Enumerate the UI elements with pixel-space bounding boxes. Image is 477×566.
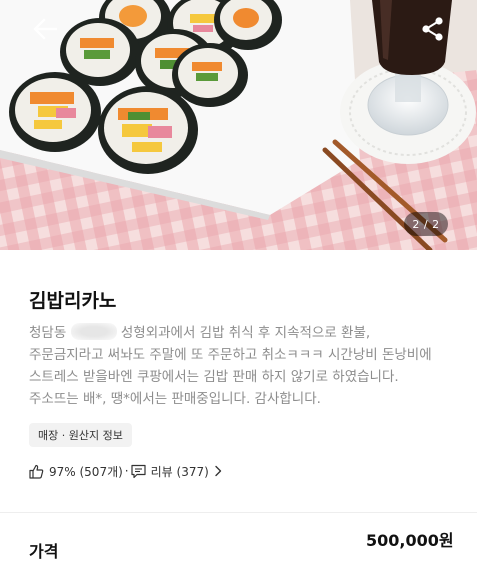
thumbs-up-icon bbox=[29, 464, 44, 479]
description-line-4: 주소뜨는 배*, 땡*에서는 판매중입니다. 감사합니다. bbox=[29, 391, 321, 407]
redacted-blur bbox=[70, 323, 117, 340]
reviews-link[interactable]: 리뷰 (377) bbox=[131, 463, 222, 480]
share-button[interactable] bbox=[414, 10, 452, 48]
review-count-text: 리뷰 (377) bbox=[150, 464, 209, 479]
image-page-indicator: 2 / 2 bbox=[404, 212, 448, 236]
price-value: 500,000원 bbox=[366, 531, 454, 550]
rating-row: 97% (507개) · 리뷰 (377) bbox=[29, 461, 222, 481]
back-button[interactable] bbox=[26, 10, 64, 48]
like-rate-text: 97% (507개) bbox=[49, 464, 123, 479]
description-line-3: 스트레스 받을바엔 쿠팡에서는 김밥 판매 하지 않기로 하였습니다. bbox=[29, 369, 399, 385]
product-title: 김밥리카노 bbox=[29, 290, 117, 312]
store-origin-info-tag[interactable]: 매장 · 원산지 정보 bbox=[29, 423, 132, 447]
product-description: 청담동 성형외과에서 김밥 취식 후 지속적으로 환불, 주문금지라고 써놔도 … bbox=[29, 322, 459, 410]
section-divider bbox=[0, 512, 477, 513]
comment-icon bbox=[131, 464, 146, 479]
description-line-1: 청담동 성형외과에서 김밥 취식 후 지속적으로 환불, bbox=[29, 322, 459, 344]
chevron-right-icon bbox=[214, 465, 222, 477]
description-text: 청담동 bbox=[29, 325, 67, 341]
product-image[interactable]: 2 / 2 bbox=[0, 0, 477, 250]
share-icon bbox=[422, 17, 443, 41]
kimbap-photo bbox=[0, 0, 477, 250]
arrow-left-icon bbox=[33, 18, 58, 40]
description-text: 성형외과에서 김밥 취식 후 지속적으로 환불, bbox=[120, 325, 371, 341]
price-label: 가격 bbox=[29, 542, 59, 561]
separator-dot: · bbox=[124, 464, 129, 478]
description-line-2: 주문금지라고 써놔도 주말에 또 주문하고 취소ㅋㅋㅋ 시간낭비 돈낭비에 bbox=[29, 347, 432, 363]
